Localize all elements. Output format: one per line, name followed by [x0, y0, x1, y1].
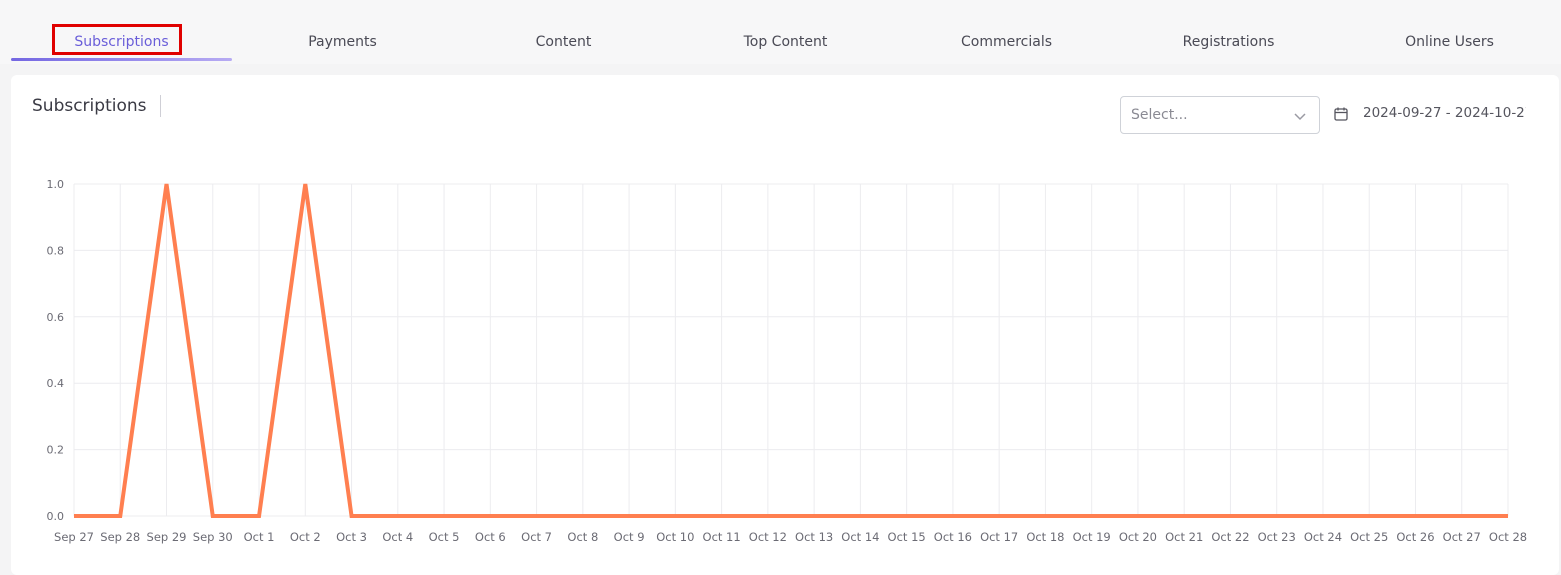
x-tick-label: Oct 23 [1258, 530, 1296, 544]
y-tick-label: 0.0 [47, 510, 65, 523]
highlight-box [52, 24, 182, 55]
x-tick-label: Oct 25 [1350, 530, 1388, 544]
active-tab-indicator [11, 58, 232, 61]
tab-top-content[interactable]: Top Content [675, 22, 896, 62]
x-tick-label: Oct 20 [1119, 530, 1157, 544]
tab-registrations[interactable]: Registrations [1118, 22, 1339, 62]
y-tick-label: 0.2 [47, 444, 65, 457]
x-tick-label: Sep 30 [193, 530, 233, 544]
x-tick-label: Sep 27 [54, 530, 94, 544]
series-line [74, 183, 1508, 518]
x-tick-label: Oct 26 [1396, 530, 1434, 544]
x-tick-label: Oct 3 [336, 530, 367, 544]
x-tick-label: Oct 7 [521, 530, 552, 544]
y-tick-label: 0.6 [47, 311, 65, 324]
y-tick-label: 1.0 [47, 178, 65, 191]
tab-bar: Subscriptions Payments Content Top Conte… [0, 0, 1561, 64]
x-tick-label: Oct 18 [1026, 530, 1064, 544]
x-tick-label: Oct 4 [382, 530, 413, 544]
x-tick-label: Sep 28 [100, 530, 140, 544]
x-tick-label: Oct 6 [475, 530, 506, 544]
x-tick-label: Oct 11 [703, 530, 741, 544]
tab-content[interactable]: Content [453, 22, 674, 62]
tab-online-users[interactable]: Online Users [1339, 22, 1560, 62]
x-tick-label: Oct 16 [934, 530, 972, 544]
subscriptions-card: Subscriptions Select... 2024-09-27 - 202… [11, 75, 1559, 575]
tab-commercials[interactable]: Commercials [896, 22, 1117, 62]
x-tick-label: Oct 14 [841, 530, 879, 544]
x-tick-label: Oct 27 [1443, 530, 1481, 544]
x-tick-label: Oct 15 [888, 530, 926, 544]
x-tick-label: Oct 19 [1073, 530, 1111, 544]
y-tick-label: 0.4 [47, 377, 65, 390]
x-tick-label: Oct 2 [290, 530, 321, 544]
x-tick-label: Oct 24 [1304, 530, 1342, 544]
x-tick-label: Oct 9 [614, 530, 645, 544]
x-tick-label: Oct 17 [980, 530, 1018, 544]
x-tick-label: Oct 10 [656, 530, 694, 544]
x-tick-label: Oct 5 [429, 530, 460, 544]
x-tick-label: Oct 13 [795, 530, 833, 544]
subscriptions-line-chart: 0.0 0.2 0.4 0.6 0.8 1.0 Sep 27 Sep 28 Sep 29 Sep … [47, 178, 1528, 544]
x-tick-label: Oct 12 [749, 530, 787, 544]
tab-payments[interactable]: Payments [232, 22, 453, 62]
x-tick-label: Oct 8 [567, 530, 598, 544]
x-tick-label: Oct 22 [1211, 530, 1249, 544]
x-tick-label: Sep 29 [147, 530, 187, 544]
x-tick-label: Oct 28 [1489, 530, 1527, 544]
x-tick-label: Oct 21 [1165, 530, 1203, 544]
y-tick-label: 0.8 [47, 244, 65, 257]
x-tick-label: Oct 1 [244, 530, 275, 544]
